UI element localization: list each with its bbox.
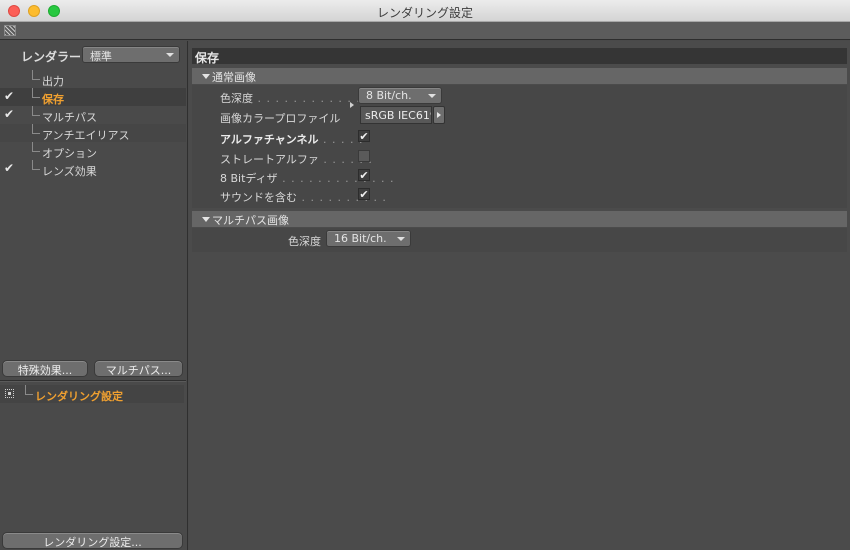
render-settings-button[interactable]: レンダリング設定... <box>2 532 183 549</box>
include-sound-label-text: サウンドを含む <box>220 191 297 204</box>
chevron-down-icon <box>428 94 436 98</box>
tree-branch-line <box>32 88 40 98</box>
include-sound-checkbox[interactable]: ✔ <box>358 188 370 200</box>
group-title: 通常画像 <box>212 71 256 84</box>
alpha-channel-checkbox[interactable]: ✔ <box>358 130 370 142</box>
chevron-down-icon <box>397 237 405 241</box>
tree-checkbox[interactable] <box>4 126 17 139</box>
renderer-value: 標準 <box>90 50 112 63</box>
multipass-button[interactable]: マルチパス... <box>94 360 183 377</box>
page-title: 保存 <box>192 48 847 65</box>
multipass-color-depth-value: 16 Bit/ch. <box>334 232 387 245</box>
tree-item-save[interactable]: ✔ 保存 <box>0 88 186 106</box>
tree-item-label: マルチパス <box>42 111 97 124</box>
tree-branch-line <box>32 160 40 170</box>
tree-branch-line <box>32 142 40 152</box>
tree-item-label: 出力 <box>42 75 64 88</box>
chevron-down-icon <box>166 53 174 57</box>
group-title: マルチパス画像 <box>212 214 289 227</box>
color-profile-field[interactable]: sRGB IEC61966-2.1 <box>360 106 432 124</box>
alpha-channel-label: アルファチャンネル . . . . . <box>220 133 364 146</box>
right-panel: 保存 通常画像 色深度 . . . . . . . . . . . . . . … <box>189 41 850 550</box>
check-icon[interactable]: ✔ <box>4 162 17 175</box>
left-panel: レンダラー 標準 出力 ✔ 保存 ✔ マルチパス アンチエイリアス オプション … <box>0 41 188 550</box>
tree-item-multipass[interactable]: ✔ マルチパス <box>0 106 186 124</box>
check-icon[interactable]: ✔ <box>4 90 17 103</box>
window-title: レンダリング設定 <box>376 6 473 20</box>
multipass-color-depth-dropdown[interactable]: 16 Bit/ch. <box>326 230 411 247</box>
straight-alpha-label: ストレートアルファ . . . . . . <box>220 153 373 166</box>
check-icon[interactable]: ✔ <box>4 108 17 121</box>
renderer-label: レンダラー <box>21 50 82 64</box>
color-profile-label: 画像カラープロファイル <box>220 112 341 125</box>
tree-item-options[interactable]: オプション <box>0 142 186 160</box>
dither-checkbox[interactable]: ✔ <box>358 169 370 181</box>
straight-alpha-label-text: ストレートアルファ <box>220 153 319 166</box>
regular-image-group-header[interactable]: 通常画像 <box>192 68 847 84</box>
settings-tree: 出力 ✔ 保存 ✔ マルチパス アンチエイリアス オプション ✔ レンズ効果 <box>0 70 186 178</box>
tree-checkbox[interactable] <box>4 144 17 157</box>
multipass-image-group-header[interactable]: マルチパス画像 <box>192 211 847 227</box>
toolbar-strip <box>0 22 850 40</box>
render-settings-item-label: レンダリング設定 <box>35 390 123 403</box>
tree-item-output[interactable]: 出力 <box>0 70 186 88</box>
dither-label-text: 8 Bitディザ <box>220 172 278 185</box>
multipass-image-group: 色深度 16 Bit/ch. <box>192 228 847 252</box>
panel-grip-icon[interactable] <box>4 25 16 36</box>
divider <box>0 380 186 382</box>
color-depth-label-text: 色深度 <box>220 92 253 105</box>
alpha-channel-label-text: アルファチャンネル <box>220 133 319 146</box>
renderer-row: レンダラー 標準 <box>0 45 188 65</box>
special-effects-button[interactable]: 特殊効果... <box>2 360 88 377</box>
window-titlebar: レンダリング設定 <box>0 0 850 22</box>
color-depth-dropdown[interactable]: 8 Bit/ch. <box>358 87 442 104</box>
straight-alpha-checkbox[interactable] <box>358 150 370 162</box>
tree-checkbox[interactable] <box>4 72 17 85</box>
tree-item-label: レンズ効果 <box>42 165 97 178</box>
color-depth-value: 8 Bit/ch. <box>366 89 412 102</box>
regular-image-group: 色深度 . . . . . . . . . . . . . . . . . 8 … <box>192 85 847 208</box>
renderer-dropdown[interactable]: 標準 <box>82 46 180 63</box>
tree-item-label: 保存 <box>42 93 64 106</box>
render-settings-list-item[interactable]: レンダリング設定 <box>0 385 184 403</box>
tree-branch-line <box>32 106 40 116</box>
settings-node-icon <box>5 389 14 398</box>
tree-item-label: オプション <box>42 147 97 160</box>
expand-triangle-icon[interactable] <box>350 102 354 108</box>
tree-item-label: アンチエイリアス <box>42 129 130 142</box>
tree-branch-line <box>32 124 40 134</box>
disclosure-triangle-icon <box>202 74 210 79</box>
color-profile-menu-button[interactable] <box>433 106 445 124</box>
tree-branch-line <box>25 385 33 395</box>
tree-item-antialiasing[interactable]: アンチエイリアス <box>0 124 186 142</box>
multipass-color-depth-label: 色深度 <box>288 235 321 248</box>
disclosure-triangle-icon <box>202 217 210 222</box>
tree-branch-line <box>32 70 40 80</box>
tree-item-lens-effects[interactable]: ✔ レンズ効果 <box>0 160 186 178</box>
